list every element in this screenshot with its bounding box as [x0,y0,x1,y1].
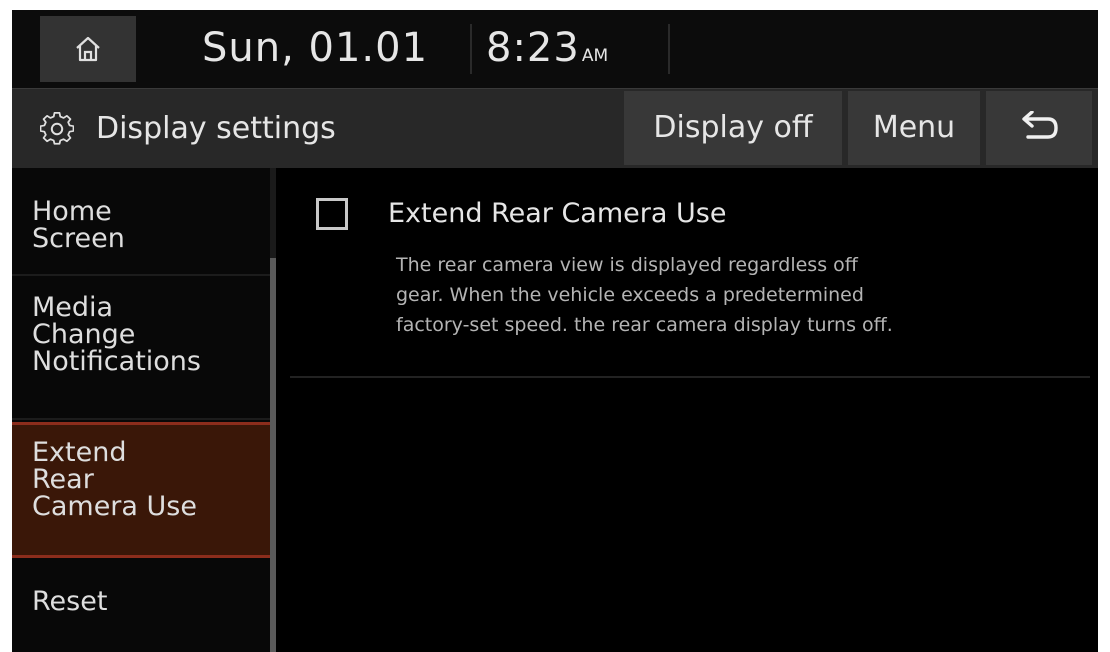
status-divider [668,24,670,74]
status-bar: Sun, 01.01 8:23 AM [12,10,1098,88]
home-button[interactable] [40,16,136,82]
page-title: Display settings [96,111,336,146]
home-icon [76,36,100,62]
sidebar-item-label: Change [32,319,136,350]
sidebar-item-label: Screen [32,223,125,254]
sidebar-item-label: Media [32,292,114,323]
sidebar-item-label: Home [32,196,112,227]
display-off-button[interactable]: Display off [624,91,842,165]
back-button[interactable] [986,91,1092,165]
divider [290,376,1090,378]
extend-rear-camera-checkbox[interactable] [316,198,348,230]
clock-time: 8:23 [486,25,580,71]
sidebar-item-extend-rear-camera-use[interactable]: Extend Rear Camera Use [12,422,270,558]
clock-ampm: AM [581,46,609,66]
status-clock: 8:23 AM [486,18,608,86]
status-divider [470,24,472,74]
sidebar-item-reset[interactable]: Reset [12,560,270,652]
gear-icon [40,112,74,145]
settings-content: Extend Rear Camera Use The rear camera v… [276,168,1098,652]
sidebar-item-label: Extend [32,437,127,468]
back-arrow-icon [1022,110,1058,139]
option-description: The rear camera view is displayed regard… [396,250,1076,340]
title-bar: Display settings Display off Menu [12,88,1098,168]
status-date: Sun, 01.01 [202,25,429,71]
option-title[interactable]: Extend Rear Camera Use [388,196,726,232]
sidebar-item-label: Rear [32,464,94,495]
description-line: The rear camera view is displayed regard… [396,254,858,276]
menu-button[interactable]: Menu [848,91,980,165]
sidebar-item-label: Camera Use [32,491,197,522]
description-line: factory-set speed. the rear camera displ… [396,314,893,336]
head-unit-screen: Sun, 01.01 8:23 AM Display settings Displ… [12,10,1098,652]
sidebar-item-home-screen[interactable]: Home Screen [12,168,270,276]
settings-sidebar: Home Screen Media Change Notifications E… [12,168,276,652]
description-line: gear. When the vehicle exceeds a predete… [396,284,864,306]
sidebar-item-label: Notifications [32,346,201,377]
sidebar-item-label: Reset [32,586,108,617]
sidebar-item-media-change-notifications[interactable]: Media Change Notifications [12,276,270,420]
